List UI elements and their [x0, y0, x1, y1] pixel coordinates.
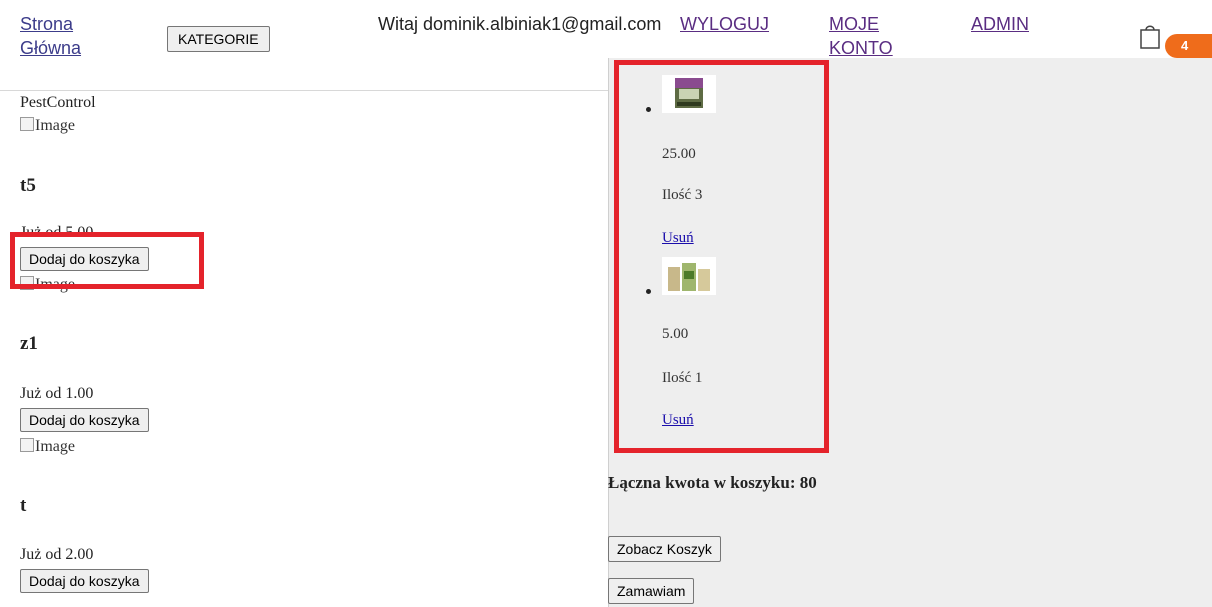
- admin-link[interactable]: ADMIN: [971, 12, 1029, 36]
- product-price: Już od 2.00: [20, 546, 94, 563]
- cart-item-price: 5.00: [662, 326, 689, 342]
- product-thumbnail: [662, 75, 716, 113]
- order-button[interactable]: Zamawiam: [608, 578, 695, 604]
- add-to-cart-button[interactable]: Dodaj do koszyka: [20, 408, 149, 432]
- cart-count-badge: 4: [1165, 34, 1212, 58]
- cart-popup: [608, 58, 1212, 607]
- add-to-cart-button[interactable]: Dodaj do koszyka: [20, 569, 149, 593]
- home-link[interactable]: Strona Główna: [20, 12, 100, 60]
- product-image: Image: [20, 116, 75, 135]
- remove-item-link[interactable]: Usuń: [662, 229, 694, 247]
- my-account-link[interactable]: MOJE KONTO: [829, 12, 909, 60]
- product-name: t: [20, 495, 27, 516]
- product-image: Image: [20, 275, 75, 294]
- product-thumbnail: [662, 257, 716, 295]
- shopping-bag-icon[interactable]: [1139, 22, 1161, 50]
- product-price: Już od 1.00: [20, 385, 94, 402]
- product-image: Image: [20, 437, 75, 456]
- brand-name: PestControl: [20, 94, 96, 111]
- greeting-text: Witaj dominik.albiniak1@gmail.com: [378, 14, 662, 34]
- broken-image-icon: [20, 117, 34, 131]
- product-box-icon: [675, 78, 703, 108]
- product-price: Już od 5.00: [20, 224, 94, 241]
- categories-button[interactable]: KATEGORIE: [167, 26, 270, 52]
- product-name: z1: [20, 333, 38, 354]
- broken-image-icon: [20, 438, 34, 452]
- add-to-cart-button[interactable]: Dodaj do koszyka: [20, 247, 149, 271]
- logout-link[interactable]: WYLOGUJ: [680, 12, 769, 36]
- product-name: t5: [20, 175, 36, 196]
- list-bullet: [646, 289, 651, 294]
- view-cart-button[interactable]: Zobacz Koszyk: [608, 536, 721, 562]
- product-bottles-icon: [668, 263, 710, 291]
- cart-item-quantity: Ilość 1: [662, 370, 703, 386]
- cart-item-price: 25.00: [662, 146, 696, 162]
- cart-item-quantity: Ilość 3: [662, 187, 703, 203]
- broken-image-icon: [20, 276, 34, 290]
- cart-total: Łączna kwota w koszyku: 80: [608, 473, 817, 492]
- list-bullet: [646, 107, 651, 112]
- remove-item-link[interactable]: Usuń: [662, 411, 694, 429]
